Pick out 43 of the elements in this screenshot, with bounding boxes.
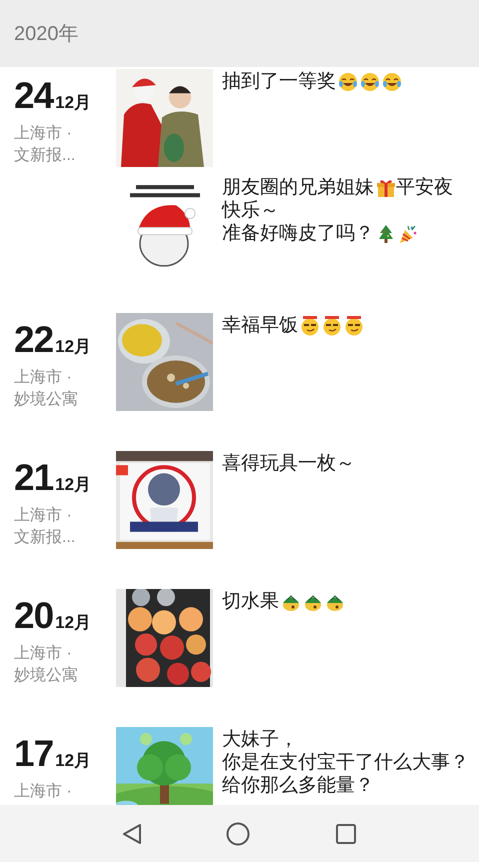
location-text: 文新报...: [14, 146, 76, 166]
month-label: 12月: [55, 474, 92, 496]
post-text: 给你那么多能量？: [222, 774, 374, 797]
smirk-emoji-icon: [344, 316, 364, 336]
location-text: 上海市 ·: [14, 368, 73, 388]
post-text: 准备好嗨皮了吗？: [222, 222, 374, 245]
post-text: 你是在支付宝干了什么大事？: [222, 751, 469, 774]
day-number: 21: [14, 459, 54, 496]
post-text: 大妹子，: [222, 728, 298, 751]
post-text: 朋友圈的兄弟姐妹: [222, 176, 374, 199]
post-text: 平安夜: [396, 176, 453, 199]
laughing-emoji-icon: [360, 72, 380, 92]
laughing-emoji-icon: [338, 72, 358, 92]
location-text: 文新报...: [14, 528, 76, 548]
day-number: 22: [14, 321, 54, 358]
recent-apps-icon[interactable]: [334, 822, 357, 844]
gift-icon: [376, 178, 396, 198]
location-text: 上海市 ·: [14, 506, 73, 526]
location-text: 妙境公寓: [14, 390, 79, 410]
month-label: 12月: [55, 92, 92, 114]
smirk-emoji-icon: [300, 316, 320, 336]
day-number: 20: [14, 597, 54, 634]
month-label: 12月: [55, 336, 92, 358]
month-label: 12月: [55, 750, 92, 772]
day-number: 24: [14, 77, 54, 114]
smirk-emoji-icon: [322, 316, 342, 336]
home-icon[interactable]: [226, 822, 250, 846]
year-title: 2020年: [14, 22, 78, 46]
back-icon[interactable]: [122, 822, 142, 844]
post-text: 幸福早饭: [222, 314, 298, 337]
post-text: 抽到了一等奖: [222, 70, 336, 93]
month-label: 12月: [55, 612, 92, 634]
location-text: 上海市 ·: [14, 124, 73, 144]
location-text: 上海市 ·: [14, 782, 73, 802]
tree-icon: [376, 224, 396, 244]
party-popper-icon: [398, 224, 418, 244]
day-number: 17: [14, 735, 54, 772]
location-text: 妙境公寓: [14, 666, 79, 686]
location-text: 上海市 ·: [14, 644, 73, 664]
laughing-emoji-icon: [382, 72, 402, 92]
post-text: 喜得玩具一枚～: [222, 452, 355, 475]
post-text: 切水果: [222, 590, 279, 613]
post-text: 快乐～: [222, 199, 279, 222]
